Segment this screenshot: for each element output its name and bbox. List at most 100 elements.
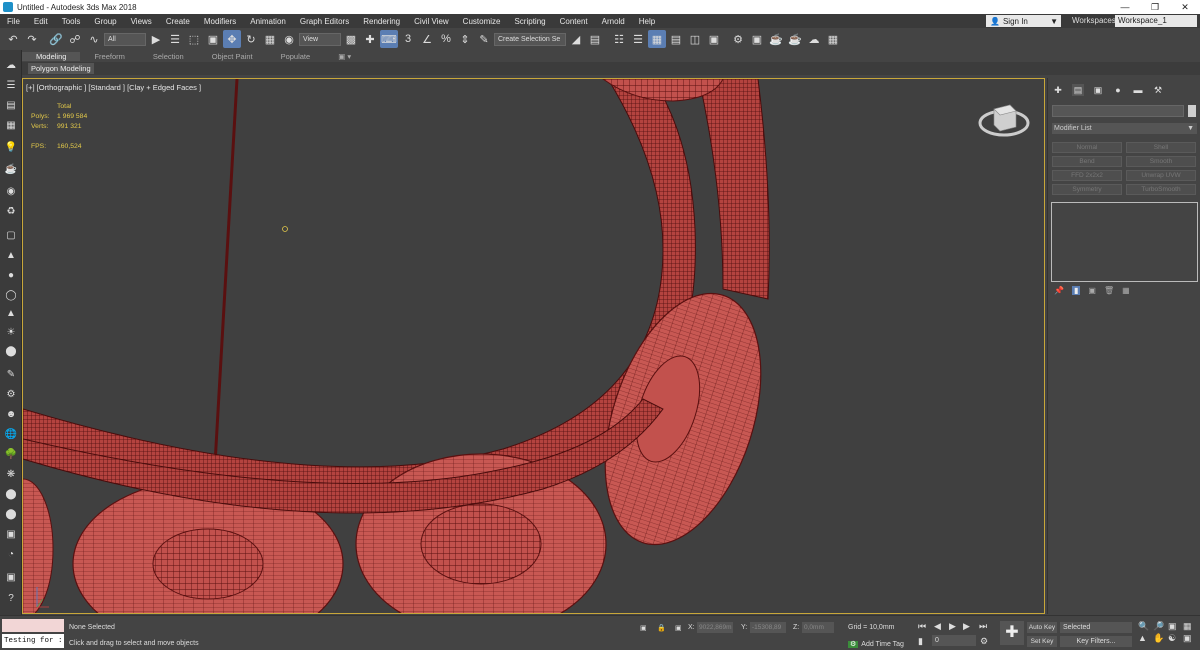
key-selection-set-dropdown[interactable]: Selected — [1060, 622, 1132, 633]
go-to-start-icon[interactable]: ⏮ — [918, 621, 926, 632]
current-frame-field[interactable]: 0 — [932, 635, 976, 646]
link-icon[interactable]: 🔗 — [47, 30, 65, 48]
menu-views[interactable]: Views — [124, 17, 159, 26]
undo-icon[interactable]: ↶ — [4, 30, 22, 48]
maxscript-mini-listener[interactable]: Testing for : — [2, 634, 64, 648]
redo-icon[interactable]: ↷ — [23, 30, 41, 48]
material-editor-icon[interactable]: ▣ — [705, 30, 723, 48]
previous-frame-icon[interactable]: ◀ — [934, 621, 941, 632]
zoom-all-icon[interactable]: 🔎 — [1153, 621, 1167, 632]
select-object-icon[interactable]: ▶ — [147, 30, 165, 48]
tab-selection[interactable]: Selection — [139, 52, 198, 61]
maximize-viewport-icon[interactable]: ▣ — [1183, 633, 1197, 644]
selection-filter-dropdown[interactable]: All — [104, 32, 146, 46]
pin-stack-icon[interactable]: 📌 — [1054, 286, 1064, 295]
key-filters-button[interactable]: Key Filters... — [1060, 636, 1132, 647]
spinner-snap-icon[interactable]: ⇕ — [456, 30, 474, 48]
window-crossing-icon[interactable]: ▣ — [204, 30, 222, 48]
set-keys-icon[interactable]: ✚ — [1000, 621, 1024, 645]
align-icon[interactable]: ▤ — [586, 30, 604, 48]
modifier-stack[interactable] — [1051, 202, 1198, 282]
orbit-icon[interactable]: ☯ — [1168, 633, 1182, 644]
named-selection-set-dropdown[interactable]: Create Selection Se — [494, 32, 566, 46]
select-and-rotate-icon[interactable]: ↻ — [242, 30, 260, 48]
zoom-extents-all-icon[interactable]: ▦ — [1183, 621, 1197, 632]
create-tab-icon[interactable]: ✚ — [1052, 84, 1064, 96]
viewport-layout-icon[interactable]: ☁ — [4, 58, 18, 72]
tab-populate[interactable]: Populate — [267, 52, 325, 61]
workspace-dropdown[interactable]: Workspace_1 — [1115, 15, 1197, 27]
menu-rendering[interactable]: Rendering — [356, 17, 407, 26]
modifier-turbosmooth-button[interactable]: TurboSmooth — [1126, 184, 1196, 195]
schematic-view-icon[interactable]: ◫ — [686, 30, 704, 48]
rendered-frame-window-icon[interactable]: ▣ — [748, 30, 766, 48]
menu-civil-view[interactable]: Civil View — [407, 17, 456, 26]
zoom-icon[interactable]: 🔍 — [1138, 621, 1152, 632]
next-frame-icon[interactable]: ▶ — [963, 621, 970, 632]
rock-icon[interactable]: ⬤ — [4, 487, 18, 501]
menu-create[interactable]: Create — [159, 17, 197, 26]
wrench-icon[interactable]: ⚙ — [4, 387, 18, 401]
menu-scripting[interactable]: Scripting — [507, 17, 552, 26]
modifier-bend-button[interactable]: Bend — [1052, 156, 1122, 167]
bind-space-warp-icon[interactable]: ∿ — [85, 30, 103, 48]
reference-coordinate-dropdown[interactable]: View — [299, 32, 341, 46]
placement-icon[interactable]: ◉ — [280, 30, 298, 48]
go-to-end-icon[interactable]: ⏭ — [979, 621, 987, 632]
viewcube-icon[interactable] — [976, 99, 1032, 141]
particle-icon[interactable]: ❋ — [4, 467, 18, 481]
menu-edit[interactable]: Edit — [27, 17, 55, 26]
render-icon[interactable]: ▣ — [4, 527, 18, 541]
geosphere-icon[interactable]: ⬤ — [4, 344, 18, 358]
modifier-unwrap-uvw-button[interactable]: Unwrap UVW — [1126, 170, 1196, 181]
modifier-normal-button[interactable]: Normal — [1052, 142, 1122, 153]
show-end-result-icon[interactable]: ▮ — [1071, 286, 1081, 295]
remove-modifier-icon[interactable]: 🗑 — [1104, 286, 1114, 295]
ribbon-options-icon[interactable]: ▣ ▾ — [324, 52, 365, 61]
viewport-label[interactable]: [+] [Orthographic ] [Standard ] [Clay + … — [26, 83, 201, 92]
selection-lock-icon[interactable]: 🔒 — [657, 624, 666, 632]
cone-icon[interactable]: ▲ — [4, 248, 18, 262]
object-name-field[interactable] — [1052, 105, 1184, 117]
unlink-icon[interactable]: ☍ — [66, 30, 84, 48]
add-time-tag[interactable]: ⚙ Add Time Tag — [848, 640, 904, 648]
utilities-tab-icon[interactable]: ⚒ — [1152, 84, 1164, 96]
render-in-cloud-icon[interactable]: ☁ — [805, 30, 823, 48]
play-icon[interactable]: ▶ — [949, 621, 956, 632]
scene-explorer-icon[interactable]: ☷ — [610, 30, 628, 48]
modifier-symmetry-button[interactable]: Symmetry — [1052, 184, 1122, 195]
help-icon[interactable]: ? — [4, 591, 18, 605]
brush-icon[interactable]: ✎ — [4, 367, 18, 381]
pivot-center-icon[interactable]: ▩ — [342, 30, 360, 48]
cylinder-icon[interactable]: ◯ — [4, 288, 18, 302]
edit-named-selection-icon[interactable]: ✎ — [475, 30, 493, 48]
select-and-move-icon[interactable]: ✥ — [223, 30, 241, 48]
globe-icon[interactable]: 🌐 — [4, 427, 18, 441]
keyboard-shortcut-override-icon[interactable]: ⌨ — [380, 30, 398, 48]
mirror-icon[interactable]: ◢ — [567, 30, 585, 48]
light-icon[interactable]: 💡 — [4, 140, 18, 154]
material-ball-icon[interactable]: ⬤ — [4, 507, 18, 521]
sphere-icon[interactable]: ● — [4, 268, 18, 282]
render-production-icon[interactable]: ☕ — [767, 30, 785, 48]
tab-object-paint[interactable]: Object Paint — [198, 52, 267, 61]
ribbon-toggle-icon[interactable]: ▦ — [648, 30, 666, 48]
zoom-extents-icon[interactable]: ▣ — [1168, 621, 1182, 632]
tab-freeform[interactable]: Freeform — [80, 52, 138, 61]
modifier-list-dropdown[interactable]: Modifier List ▼ — [1052, 123, 1197, 134]
x-coordinate-field[interactable]: 9022,869m — [697, 622, 733, 633]
absolute-mode-icon[interactable]: ▣ — [675, 624, 682, 632]
render-iterative-icon[interactable]: ☕ — [786, 30, 804, 48]
tree-icon[interactable]: 🌳 — [4, 447, 18, 461]
angle-snap-icon[interactable]: ∠ — [418, 30, 436, 48]
menu-tools[interactable]: Tools — [55, 17, 88, 26]
menu-help[interactable]: Help — [632, 17, 662, 26]
maximize-icon[interactable]: ❐ — [1140, 2, 1170, 13]
modifier-ffd-button[interactable]: FFD 2x2x2 — [1052, 170, 1122, 181]
configure-modifier-sets-icon[interactable]: ▦ — [1122, 286, 1130, 295]
layer-explorer-icon[interactable]: ☰ — [629, 30, 647, 48]
modifier-smooth-button[interactable]: Smooth — [1126, 156, 1196, 167]
polygon-modeling-panel[interactable]: Polygon Modeling — [28, 63, 94, 74]
percent-snap-icon[interactable]: % — [437, 30, 455, 48]
minimize-icon[interactable]: — — [1110, 2, 1140, 12]
